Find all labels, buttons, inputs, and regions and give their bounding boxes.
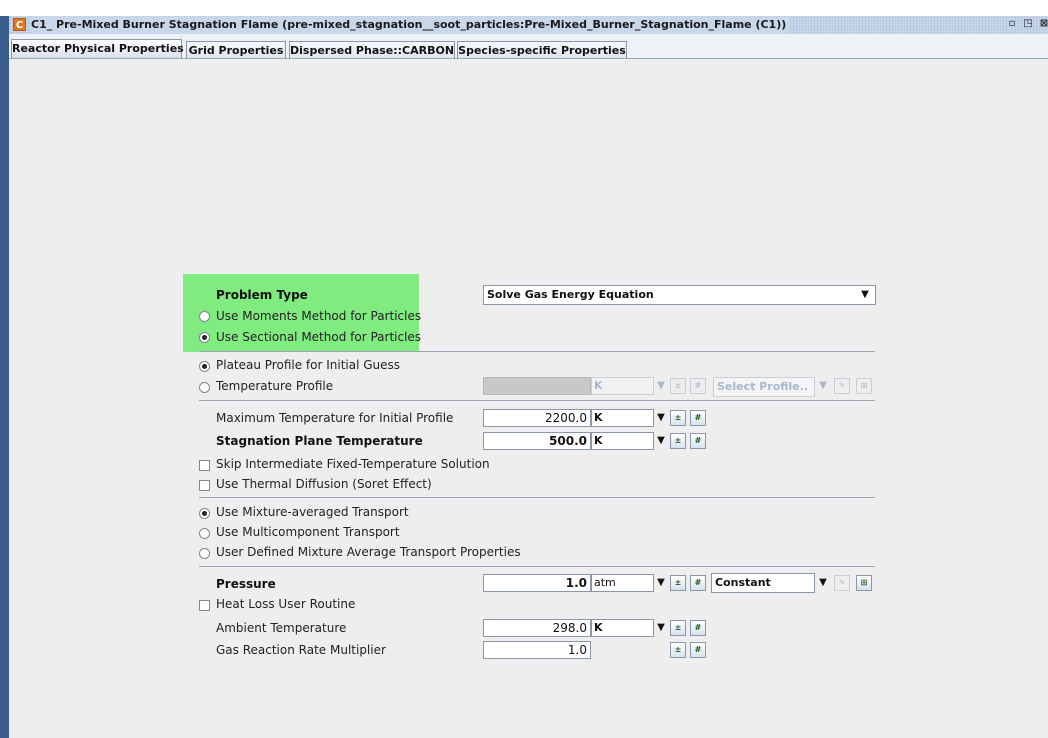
sectional-method-radio[interactable] [199, 332, 210, 343]
ambient-temperature-unit-dropdown-icon[interactable]: ▼ [654, 619, 668, 637]
moments-method-radio[interactable] [199, 311, 210, 322]
maximize-icon[interactable]: ◳ [1021, 17, 1035, 31]
pressure-mode-combo[interactable]: Constant [711, 573, 815, 593]
stagnation-temperature-table-icon[interactable]: # [690, 433, 706, 449]
user-defined-transport-label: User Defined Mixture Average Transport P… [216, 545, 521, 559]
ambient-temperature-input[interactable]: 298.0 [483, 619, 591, 637]
max-temperature-param-icon[interactable]: ± [670, 410, 686, 426]
moments-method-label: Use Moments Method for Particles [216, 309, 422, 323]
edit-pressure-profile-icon: ✎ [834, 575, 850, 591]
ambient-temperature-table-icon[interactable]: # [690, 620, 706, 636]
thermal-diffusion-label: Use Thermal Diffusion (Soret Effect) [216, 477, 432, 491]
temperature-profile-radio[interactable] [199, 382, 210, 393]
edit-profile-icon: ✎ [834, 378, 850, 394]
temperature-profile-label: Temperature Profile [216, 379, 334, 393]
max-temperature-input[interactable]: 2200.0 [483, 409, 591, 427]
ambient-temperature-unit[interactable]: K [591, 619, 654, 637]
tab-bar: Reactor Physical Properties Grid Propert… [9, 34, 1048, 59]
reaction-rate-input[interactable]: 1.0 [483, 641, 591, 659]
thermal-diffusion-checkbox[interactable] [199, 480, 210, 491]
profile-unit-dropdown-icon: ▼ [657, 380, 665, 391]
select-profile-dropdown-icon: ▼ [819, 380, 827, 391]
stagnation-temperature-unit-dropdown-icon[interactable]: ▼ [654, 432, 668, 450]
plateau-profile-label: Plateau Profile for Initial Guess [216, 358, 401, 372]
pressure-mode-dropdown-icon[interactable]: ▼ [816, 574, 830, 592]
profile-table-icon: # [690, 378, 706, 394]
pressure-profile-browse-icon[interactable]: ⊞ [856, 575, 872, 591]
separator [199, 497, 875, 498]
max-temperature-unit-dropdown-icon[interactable]: ▼ [654, 409, 668, 427]
close-icon[interactable]: ⊠ [1037, 17, 1048, 31]
tab-dispersed-phase-carbon[interactable]: Dispersed Phase::CARBON [289, 41, 455, 58]
skip-intermediate-checkbox[interactable] [199, 460, 210, 471]
reaction-rate-param-icon[interactable]: ± [670, 642, 686, 658]
profile-editor-icon: ± [670, 378, 686, 394]
mixture-averaged-radio[interactable] [199, 508, 210, 519]
separator [199, 400, 875, 401]
stagnation-temperature-unit[interactable]: K [591, 432, 654, 450]
tab-reactor-physical-properties[interactable]: Reactor Physical Properties [11, 39, 184, 58]
max-temperature-table-icon[interactable]: # [690, 410, 706, 426]
energy-equation-dropdown-icon[interactable]: ▼ [858, 286, 872, 304]
pressure-label: Pressure [216, 577, 276, 591]
max-temperature-label: Maximum Temperature for Initial Profile [216, 411, 454, 425]
reaction-rate-label: Gas Reaction Rate Multiplier [216, 643, 386, 657]
sectional-method-label: Use Sectional Method for Particles [216, 330, 422, 344]
application-window: C C1_ Pre-Mixed Burner Stagnation Flame … [0, 0, 1048, 738]
pressure-input[interactable]: 1.0 [483, 574, 591, 592]
temperature-profile-field [483, 377, 591, 395]
heat-loss-label: Heat Loss User Routine [216, 597, 356, 611]
profile-browse-icon: ⊞ [856, 378, 872, 394]
skip-intermediate-label: Skip Intermediate Fixed-Temperature Solu… [216, 457, 490, 471]
user-defined-transport-radio[interactable] [199, 548, 210, 559]
max-temperature-unit[interactable]: K [591, 409, 654, 427]
ambient-temperature-param-icon[interactable]: ± [670, 620, 686, 636]
tab-species-specific-properties[interactable]: Species-specific Properties [457, 41, 627, 58]
tab-grid-properties[interactable]: Grid Properties [186, 41, 286, 58]
app-icon: C [13, 18, 26, 31]
pressure-unit-dropdown-icon[interactable]: ▼ [654, 574, 668, 592]
pressure-param-icon[interactable]: ± [670, 575, 686, 591]
stagnation-temperature-param-icon[interactable]: ± [670, 433, 686, 449]
reaction-rate-table-icon[interactable]: # [690, 642, 706, 658]
separator [199, 351, 875, 352]
multicomponent-label: Use Multicomponent Transport [216, 525, 400, 539]
temperature-profile-unit: K [591, 377, 654, 395]
ambient-temperature-label: Ambient Temperature [216, 621, 347, 635]
select-profile-combo: Select Profile.. [713, 377, 815, 397]
heat-loss-checkbox[interactable] [199, 600, 210, 611]
window-left-border [0, 16, 9, 738]
mixture-averaged-label: Use Mixture-averaged Transport [216, 505, 409, 519]
title-bar[interactable]: C C1_ Pre-Mixed Burner Stagnation Flame … [9, 16, 1048, 34]
multicomponent-radio[interactable] [199, 528, 210, 539]
energy-equation-select[interactable]: Solve Gas Energy Equation [483, 285, 876, 305]
pressure-table-icon[interactable]: # [690, 575, 706, 591]
problem-type-heading: Problem Type [216, 288, 308, 302]
separator [199, 566, 875, 567]
stagnation-temperature-label: Stagnation Plane Temperature [216, 434, 423, 448]
pressure-unit[interactable]: atm [591, 574, 654, 592]
plateau-profile-radio[interactable] [199, 361, 210, 372]
minimize-icon[interactable]: ▫ [1005, 17, 1019, 31]
window-title: C1_ Pre-Mixed Burner Stagnation Flame (p… [31, 17, 791, 33]
stagnation-temperature-input[interactable]: 500.0 [483, 432, 591, 450]
